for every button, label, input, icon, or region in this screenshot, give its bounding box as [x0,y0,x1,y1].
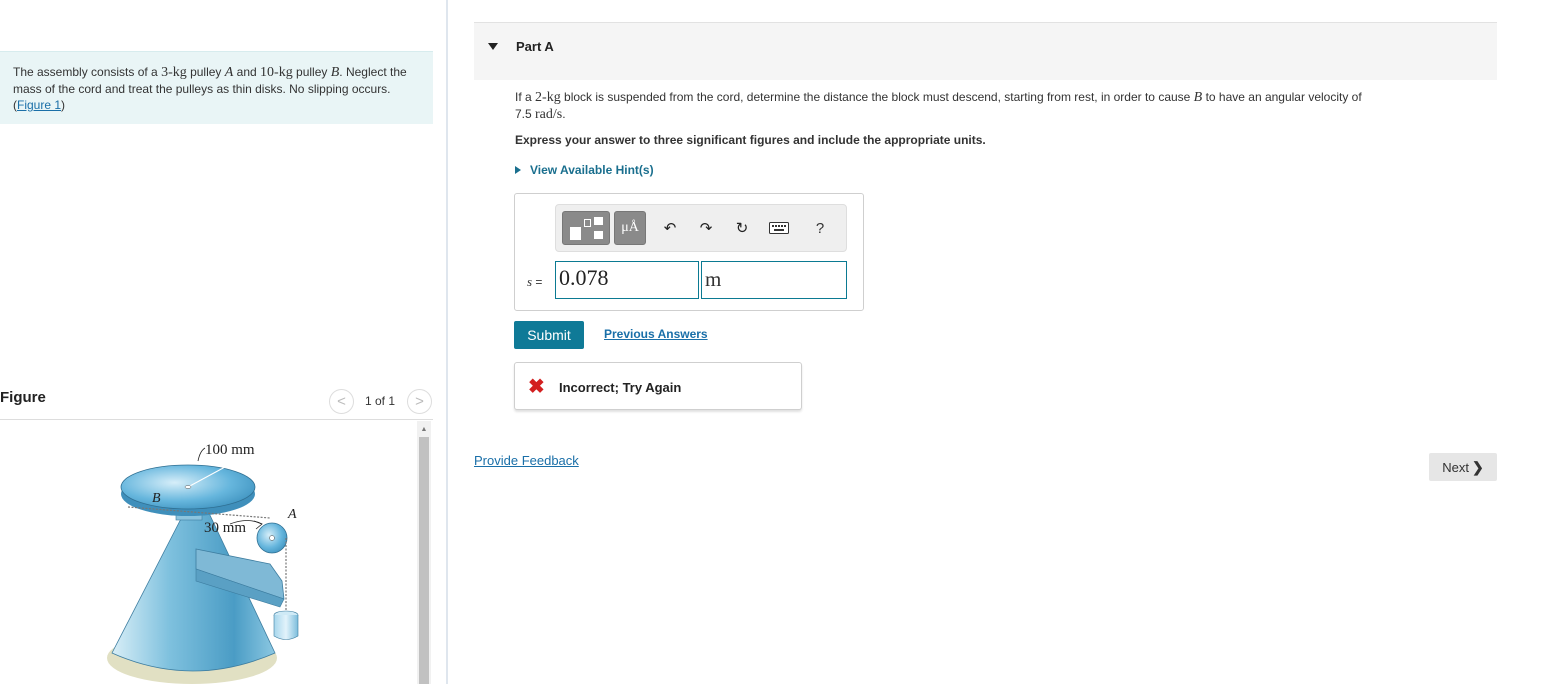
chevron-right-icon: ❯ [1472,458,1484,475]
mass-unit: kg [546,90,561,105]
answer-instruction: Express your answer to three significant… [515,133,986,147]
templates-button[interactable] [562,211,610,245]
label-radius-a: 30 mm [204,520,246,536]
question-text-part: to have an angular velocity of [1202,90,1362,104]
figure-header: Figure < 1 of 1 > [0,382,433,420]
feedback-message: Incorrect; Try Again [559,380,682,395]
view-hints-label: View Available Hint(s) [530,163,654,177]
chevron-right-icon: > [415,393,424,410]
pulley-b-symbol: B [330,65,340,80]
view-hints-link[interactable]: View Available Hint(s) [515,163,654,177]
question-text-part: . [562,107,566,121]
figure-next-button[interactable]: > [407,389,432,414]
scroll-up-arrow-icon[interactable]: ▲ [417,423,431,435]
label-pulley-a: A [287,507,297,522]
label-radius-b: 100 mm [205,442,255,458]
template-box-icon [594,217,603,225]
pulley-b-symbol: B [1193,90,1203,105]
provide-feedback-link[interactable]: Provide Feedback [474,453,579,468]
problem-text: pulley [292,65,331,79]
omega-unit: rad/s [535,107,563,122]
math-toolbar: μÅ ↶ ↷ ↻ ? [555,204,847,252]
caret-right-icon [515,166,521,174]
next-button[interactable]: Next ❯ [1429,453,1497,481]
mass-unit: kg [172,65,187,80]
figure-viewport: 100 mm B 30 mm A ▲ [0,421,433,684]
question-text-part: If a [515,90,536,104]
label-pulley-b: B [152,491,161,506]
value-input[interactable]: 0.078 [555,261,699,299]
problem-text: The assembly consists of a [13,65,162,79]
caret-down-icon [488,43,498,50]
panel-divider [446,0,448,684]
template-box-icon [570,227,581,240]
figure-counter: 1 of 1 [365,394,396,408]
answer-box: μÅ ↶ ↷ ↻ ? s = 0.078 m [514,193,864,311]
omega-value: 7.5 [515,107,536,121]
equals-sign: = [532,275,543,289]
block-mass-value: 2- [535,90,547,105]
problem-text: ) [61,98,66,112]
error-x-icon: ✖ [528,376,545,398]
template-box-icon [594,231,603,239]
figure-prev-button[interactable]: < [329,389,354,414]
mass-unit: kg [278,65,293,80]
reset-icon[interactable]: ↻ [730,217,754,239]
help-button[interactable]: ? [808,217,832,239]
figure-scrollbar[interactable]: ▲ [417,421,431,684]
problem-text: and [233,65,261,79]
units-button[interactable]: μÅ [614,211,646,245]
problem-statement: The assembly consists of a 3-kg pulley A… [0,51,433,124]
mass-b-value: 10- [260,65,279,80]
scrollbar-thumb[interactable] [419,437,429,684]
undo-icon[interactable]: ↶ [658,217,682,239]
figure-title: Figure [0,389,46,406]
part-a-header[interactable]: Part A [474,22,1497,80]
problem-text: pulley [186,65,225,79]
mass-a-value: 3- [161,65,173,80]
part-title: Part A [516,39,554,54]
keyboard-icon[interactable] [767,217,791,239]
feedback-message-box: ✖ Incorrect; Try Again [514,362,802,410]
chevron-left-icon: < [337,393,346,410]
variable-label: s = [527,274,542,290]
next-label: Next [1442,459,1469,475]
problem-panel: The assembly consists of a 3-kg pulley A… [0,0,446,684]
submit-button[interactable]: Submit [514,321,584,349]
question-text-part: block is suspended from the cord, determ… [560,90,1194,104]
previous-answers-link[interactable]: Previous Answers [604,327,708,341]
redo-icon[interactable]: ↷ [694,217,718,239]
template-box-icon [584,219,591,227]
pulley-assembly-figure: 100 mm B 30 mm A [107,442,299,684]
figure-link[interactable]: Figure 1 [17,98,61,112]
question-text: If a 2-kg block is suspended from the co… [515,89,1475,123]
unit-input[interactable]: m [701,261,847,299]
